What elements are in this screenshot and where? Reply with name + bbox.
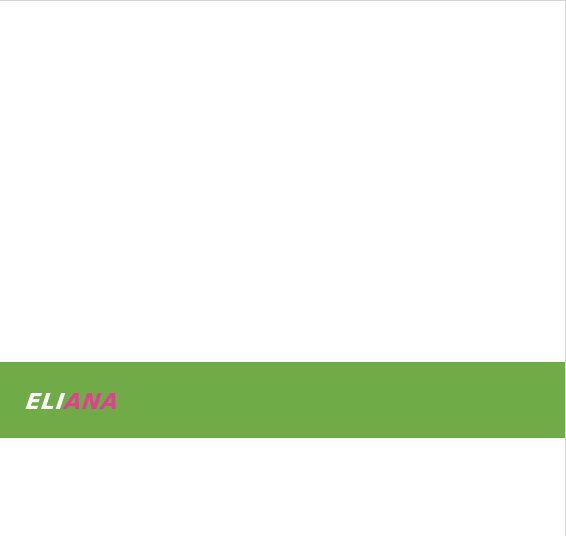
brand-logo[interactable]: ELIANA <box>24 390 121 415</box>
logo-text-white: ELI <box>24 390 67 415</box>
brand-banner: ELIANA <box>0 362 565 438</box>
logo-text-pink: ANA <box>63 390 121 415</box>
top-border <box>0 0 566 1</box>
